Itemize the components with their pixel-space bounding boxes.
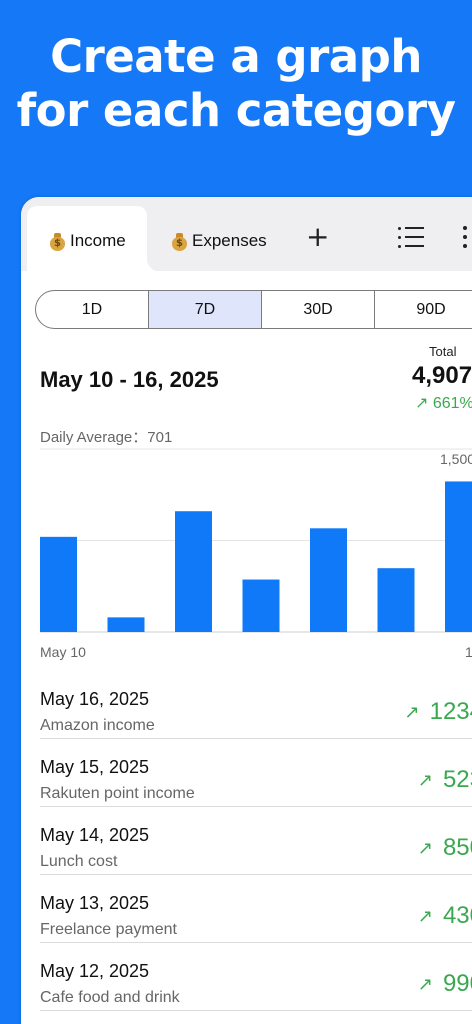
transaction-amount: ↗ 990 bbox=[418, 970, 472, 998]
chart-bar bbox=[175, 511, 212, 632]
more-icon[interactable] bbox=[463, 226, 469, 248]
trend-up-icon: ↗ bbox=[417, 905, 433, 927]
chart-bar bbox=[310, 528, 347, 632]
transaction-name: Amazon income bbox=[40, 717, 155, 734]
transaction-date: May 13, 2025 bbox=[40, 893, 150, 913]
chart-x-start-label: May 10 bbox=[40, 644, 86, 660]
transaction-date: May 14, 2025 bbox=[40, 825, 150, 845]
trend-up-icon: ↗ bbox=[417, 837, 433, 859]
transaction-row[interactable]: May 13, 2025 Freelance payment ↗430 › bbox=[40, 875, 472, 943]
total-change: ↗ 661% bbox=[415, 393, 472, 413]
list-icon[interactable] bbox=[398, 226, 424, 248]
transaction-row[interactable]: May 12, 2025 Cafe food and drink ↗990 › bbox=[40, 943, 472, 1011]
total-value: 4,907 bbox=[412, 362, 472, 389]
transaction-name: Freelance payment bbox=[40, 921, 177, 938]
amount-value: 523 bbox=[442, 766, 472, 793]
headline-line-1: Create a graph bbox=[50, 30, 422, 83]
transaction-name: Lunch cost bbox=[40, 853, 118, 870]
app-panel: $ Income $ Expenses + 1D 7D 30D 90D May … bbox=[21, 197, 472, 1024]
period-selector: 1D 7D 30D 90D bbox=[35, 290, 472, 329]
period-7d[interactable]: 7D bbox=[149, 291, 262, 328]
transaction-date: May 12, 2025 bbox=[40, 961, 150, 981]
total-change-value: 661% bbox=[432, 395, 472, 412]
period-30d[interactable]: 30D bbox=[262, 291, 375, 328]
transaction-amount: ↗ 850 bbox=[418, 834, 472, 862]
date-range-title: May 10 - 16, 2025 bbox=[40, 367, 219, 392]
transaction-row[interactable]: May 15, 2025 Rakuten point income ↗523 › bbox=[40, 739, 472, 807]
transaction-date: May 16, 2025 bbox=[40, 689, 150, 709]
transaction-name: Rakuten point income bbox=[40, 785, 195, 802]
headline: Create a graph for each category bbox=[0, 30, 472, 138]
headline-line-2: for each category bbox=[16, 84, 456, 137]
chart-bar bbox=[40, 536, 77, 632]
chart-bar bbox=[377, 568, 415, 632]
transaction-name: Cafe food and drink bbox=[40, 989, 180, 1006]
trend-up-icon: ↗ bbox=[417, 973, 433, 995]
chart-bar bbox=[242, 579, 280, 632]
chart-x-end-label: 1 bbox=[465, 644, 472, 660]
amount-value: 850 bbox=[442, 834, 472, 861]
category-tab-bar: $ Income $ Expenses + bbox=[21, 197, 472, 272]
transaction-amount: ↗ 1234 bbox=[405, 698, 472, 726]
tab-income[interactable]: $ Income bbox=[49, 231, 126, 251]
trend-up-icon: ↗ bbox=[417, 769, 433, 791]
total-label: Total bbox=[429, 344, 457, 359]
amount-value: 430 bbox=[442, 902, 472, 929]
trend-up-icon: ↗ bbox=[415, 393, 429, 412]
daily-average: Daily Average：701 bbox=[40, 429, 173, 446]
transaction-row[interactable]: May 16, 2025 Amazon income ↗1234 › bbox=[40, 671, 472, 739]
tab-income-label: Income bbox=[70, 231, 126, 250]
trend-up-icon: ↗ bbox=[404, 701, 420, 723]
income-bar-chart: 1,500 May 10 1 bbox=[40, 448, 472, 660]
chart-bar bbox=[107, 617, 145, 632]
chart-bar bbox=[445, 481, 472, 632]
period-90d[interactable]: 90D bbox=[375, 291, 472, 328]
tab-expenses[interactable]: $ Expenses bbox=[171, 231, 267, 251]
amount-value: 1234 bbox=[429, 698, 472, 725]
period-1d[interactable]: 1D bbox=[36, 291, 149, 328]
add-category-button[interactable]: + bbox=[306, 223, 329, 251]
transaction-date: May 15, 2025 bbox=[40, 757, 150, 777]
amount-value: 990 bbox=[442, 970, 472, 997]
transaction-amount: ↗ 523 bbox=[418, 766, 472, 794]
tab-expenses-label: Expenses bbox=[192, 231, 267, 250]
transaction-row[interactable]: May 14, 2025 Lunch cost ↗850 › bbox=[40, 807, 472, 875]
money-bag-icon: $ bbox=[171, 232, 188, 251]
transaction-amount: ↗ 430 bbox=[418, 902, 472, 930]
chart-ymax-label: 1,500 bbox=[440, 451, 472, 467]
money-bag-icon: $ bbox=[49, 232, 66, 251]
